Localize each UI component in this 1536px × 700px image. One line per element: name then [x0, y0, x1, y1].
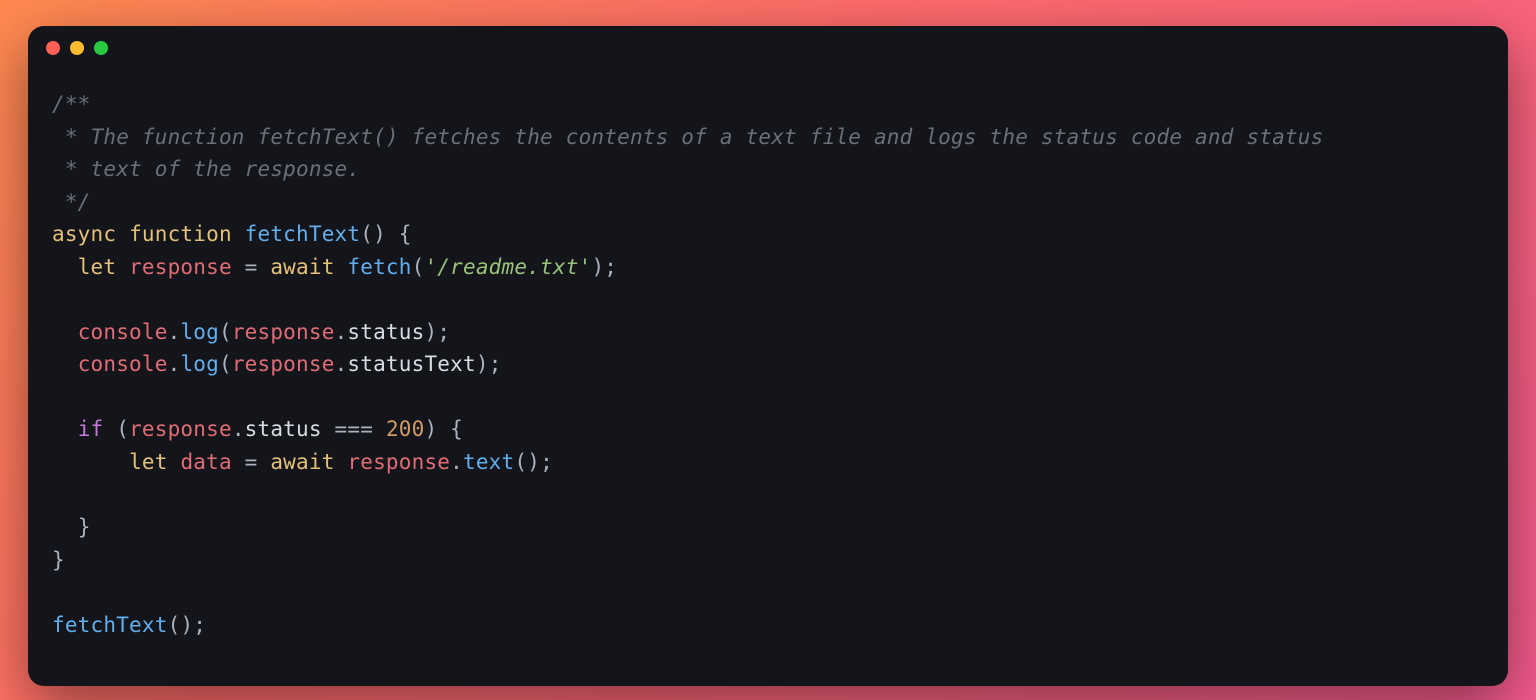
semicolon: ; — [437, 320, 450, 344]
paren-close: ) — [424, 320, 437, 344]
paren-close: ) — [591, 255, 604, 279]
identifier-response: response — [232, 320, 335, 344]
comment-line: * text of the response. — [52, 157, 360, 181]
op-assign: = — [232, 255, 271, 279]
method-log: log — [180, 320, 219, 344]
semicolon: ; — [604, 255, 617, 279]
identifier-data: data — [180, 450, 231, 474]
dot: . — [168, 352, 181, 376]
comment-line: /** — [52, 92, 91, 116]
keyword-let: let — [129, 450, 168, 474]
keyword-await: await — [270, 255, 334, 279]
paren-open: ( — [219, 320, 232, 344]
function-name: fetchText — [245, 222, 361, 246]
dot: . — [450, 450, 463, 474]
keyword-async: async — [52, 222, 116, 246]
keyword-function: function — [129, 222, 232, 246]
keyword-let: let — [78, 255, 117, 279]
property-status: status — [347, 320, 424, 344]
function-fetch: fetch — [347, 255, 411, 279]
number-literal: 200 — [386, 417, 425, 441]
identifier-console: console — [78, 320, 168, 344]
keyword-await: await — [270, 450, 334, 474]
paren-open: ( — [116, 417, 129, 441]
maximize-icon[interactable] — [94, 41, 108, 55]
string-literal: '/readme.txt' — [424, 255, 591, 279]
op-equals: === — [322, 417, 386, 441]
method-log: log — [180, 352, 219, 376]
property-status: status — [245, 417, 322, 441]
function-call: fetchText — [52, 613, 168, 637]
semicolon: ; — [540, 450, 553, 474]
op-assign: = — [232, 450, 271, 474]
identifier-response: response — [129, 417, 232, 441]
dot: . — [335, 352, 348, 376]
paren-open: ( — [412, 255, 425, 279]
close-icon[interactable] — [46, 41, 60, 55]
keyword-if: if — [78, 417, 104, 441]
paren-close: ) — [180, 613, 193, 637]
paren-open: ( — [168, 613, 181, 637]
minimize-icon[interactable] — [70, 41, 84, 55]
comment-line: */ — [52, 190, 91, 214]
code-window: /** * The function fetchText() fetches t… — [28, 26, 1508, 686]
method-text: text — [463, 450, 514, 474]
brace-open: { — [399, 222, 412, 246]
paren-open: ( — [219, 352, 232, 376]
brace-close: } — [52, 548, 65, 572]
paren-close: ) — [424, 417, 437, 441]
identifier-console: console — [78, 352, 168, 376]
identifier-response: response — [347, 450, 450, 474]
paren-close: ) — [527, 450, 540, 474]
brace-open: { — [450, 417, 463, 441]
paren-open: ( — [360, 222, 373, 246]
semicolon: ; — [489, 352, 502, 376]
semicolon: ; — [193, 613, 206, 637]
titlebar — [28, 26, 1508, 70]
dot: . — [335, 320, 348, 344]
brace-close: } — [78, 515, 91, 539]
identifier-response: response — [232, 352, 335, 376]
comment-line: * The function fetchText() fetches the c… — [52, 125, 1323, 149]
property-statustext: statusText — [347, 352, 475, 376]
paren-close: ) — [476, 352, 489, 376]
paren-open: ( — [514, 450, 527, 474]
identifier-response: response — [129, 255, 232, 279]
dot: . — [168, 320, 181, 344]
dot: . — [232, 417, 245, 441]
code-editor[interactable]: /** * The function fetchText() fetches t… — [28, 70, 1508, 686]
paren-close: ) — [373, 222, 386, 246]
